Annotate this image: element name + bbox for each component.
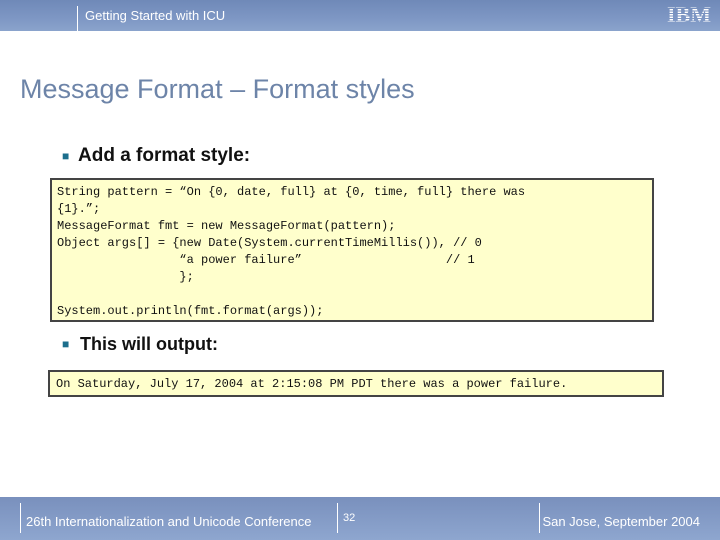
bullet-add-format-style: Add a format style:: [78, 145, 251, 166]
header-bar: Getting Started with ICU IBM: [0, 0, 720, 31]
code-line: };: [57, 270, 194, 284]
ibm-logo: IBM: [667, 4, 711, 24]
code-line: MessageFormat fmt = new MessageFormat(pa…: [57, 219, 396, 233]
footer-bar: 26th Internationalization and Unicode Co…: [0, 497, 720, 540]
bullet-square-icon: ■: [62, 337, 70, 351]
footer-divider: [20, 503, 21, 533]
svg-text:IBM: IBM: [667, 4, 711, 24]
footer-conference: 26th Internationalization and Unicode Co…: [26, 514, 312, 529]
footer-divider: [539, 503, 540, 533]
code-line: System.out.println(fmt.format(args));: [57, 304, 324, 318]
page-number: 32: [343, 512, 356, 524]
code-line: {1}.”;: [57, 202, 101, 216]
footer-location-date: San Jose, September 2004: [542, 514, 700, 529]
code-line: Object args[] = {new Date(System.current…: [57, 236, 482, 250]
slide-title: Message Format – Format styles: [20, 74, 415, 104]
output-box: On Saturday, July 17, 2004 at 2:15:08 PM…: [48, 370, 664, 397]
code-line: String pattern = “On {0, date, full} at …: [57, 185, 526, 199]
code-line: “a power failure” // 1: [57, 253, 475, 267]
bullet-square-icon: ■: [62, 149, 70, 163]
course-title: Getting Started with ICU: [85, 8, 226, 23]
output-text: On Saturday, July 17, 2004 at 2:15:08 PM…: [56, 377, 568, 391]
header-divider: [77, 6, 78, 31]
bullet-this-will-output: This will output:: [80, 334, 218, 354]
footer-divider: [337, 503, 338, 533]
code-box: String pattern = “On {0, date, full} at …: [50, 178, 654, 322]
